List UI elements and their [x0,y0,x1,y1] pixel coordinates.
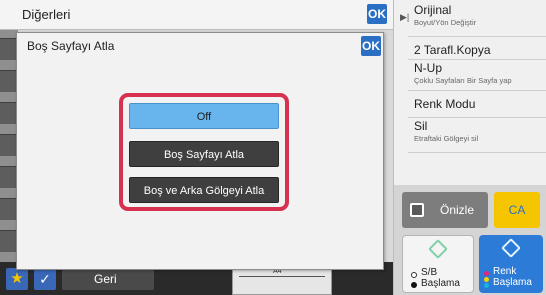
sidebar-item-erase[interactable]: Sil Etraftaki Gölgeyi sil [408,119,546,153]
sidebar-item-label: Renk Modu [414,97,476,111]
start-bw-sublabel: Başlama [421,278,460,289]
dialog-title: Boş Sayfayı Atla [27,39,115,53]
magenta-dot-icon [484,271,489,276]
action-area: Önizle CA S/B Başlama Renk Başlama [393,185,546,295]
check-icon[interactable]: ✓ [34,268,56,290]
start-color-sublabel: Başlama [493,277,532,288]
back-button[interactable]: Geri [62,268,154,290]
others-ok-button[interactable]: OK [367,4,387,24]
option-skip-blank-and-shadow-button[interactable]: Boş ve Arka Gölgeyi Atla [129,177,279,203]
radio-off-icon [411,272,417,278]
preview-label: Önizle [440,203,475,217]
option-off-button[interactable]: Off [129,103,279,129]
start-bw-label: S/B [421,267,438,278]
sidebar-item-label: 2 Tarafl.Kopya [414,43,491,57]
sidebar-item-duplex[interactable]: 2 Tarafl.Kopya [408,38,546,60]
sidebar-item-color-mode[interactable]: Renk Modu [408,92,546,118]
copier-screen: Diğerleri OK ▶| Orijinal Boyut/Yön Değiş… [0,0,546,295]
start-color-button[interactable]: Renk Başlama [479,235,543,293]
sidebar-item-label: Orijinal [414,3,452,17]
start-icon [501,238,521,258]
sidebar-item-n-up[interactable]: N-Up Çoklu Sayfaları Bir Sayfa yap [408,61,546,91]
start-bw-button[interactable]: S/B Başlama [402,235,474,293]
option-skip-blank-button[interactable]: Boş Sayfayı Atla [129,141,279,167]
others-title: Diğerleri [22,7,71,22]
sidebar-item-label: Sil [414,119,428,133]
function-sidebar: ▶| Orijinal Boyut/Yön Değiştir 2 Tarafl.… [393,0,546,185]
dialog-ok-button[interactable]: OK [361,36,381,56]
sidebar-item-sublabel: Çoklu Sayfaları Bir Sayfa yap [414,76,512,85]
options-highlight-frame: Off Boş Sayfayı Atla Boş ve Arka Gölgeyi… [119,93,289,211]
yellow-dot-icon [484,277,489,282]
favorite-star-icon[interactable]: ★ [6,268,28,290]
start-color-label: Renk [493,266,517,277]
tray-line [239,276,325,277]
expand-arrow-icon[interactable]: ▶| [400,12,409,24]
clear-all-button[interactable]: CA [494,192,540,228]
sidebar-item-label: N-Up [414,61,443,75]
skip-blank-page-dialog: Boş Sayfayı Atla OK Off Boş Sayfayı Atla… [16,32,384,270]
sidebar-item-sublabel: Etraftaki Gölgeyi sil [414,134,479,143]
others-header: Diğerleri OK [0,0,393,30]
sidebar-item-sublabel: Boyut/Yön Değiştir [414,18,477,27]
start-icon [428,239,448,259]
preview-button[interactable]: Önizle [402,192,488,228]
radio-on-icon [411,282,417,288]
sidebar-item-original[interactable]: Orijinal Boyut/Yön Değiştir [408,3,546,37]
cyan-dot-icon [484,283,489,288]
preview-icon [410,203,424,217]
